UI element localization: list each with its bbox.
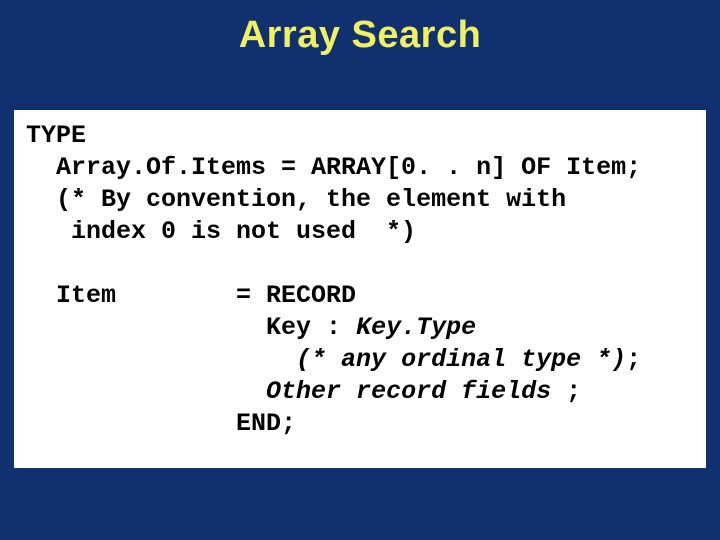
code-line-7a: Key :: [26, 313, 356, 342]
code-line-8c: ;: [626, 345, 641, 374]
code-line-4: index 0 is not used *): [26, 217, 416, 246]
slide-title: Array Search: [0, 0, 720, 57]
code-line-1: TYPE: [26, 121, 86, 150]
code-line-3: (* By convention, the element with: [26, 185, 566, 214]
code-line-9b: Other record fields: [266, 377, 566, 406]
code-box: TYPE Array.Of.Items = ARRAY[0. . n] OF I…: [14, 110, 706, 468]
code-line-8b: (* any ordinal type *): [296, 345, 626, 374]
code-line-7b: Key.Type: [356, 313, 476, 342]
code-line-9a: [26, 377, 266, 406]
slide: Array Search TYPE Array.Of.Items = ARRAY…: [0, 0, 720, 540]
code-line-9c: ;: [566, 377, 581, 406]
code-block: TYPE Array.Of.Items = ARRAY[0. . n] OF I…: [26, 120, 694, 440]
code-line-2: Array.Of.Items = ARRAY[0. . n] OF Item;: [26, 153, 641, 182]
code-line-10: END;: [26, 409, 296, 438]
code-line-6: Item = RECORD: [26, 281, 356, 310]
code-line-8a: [26, 345, 296, 374]
